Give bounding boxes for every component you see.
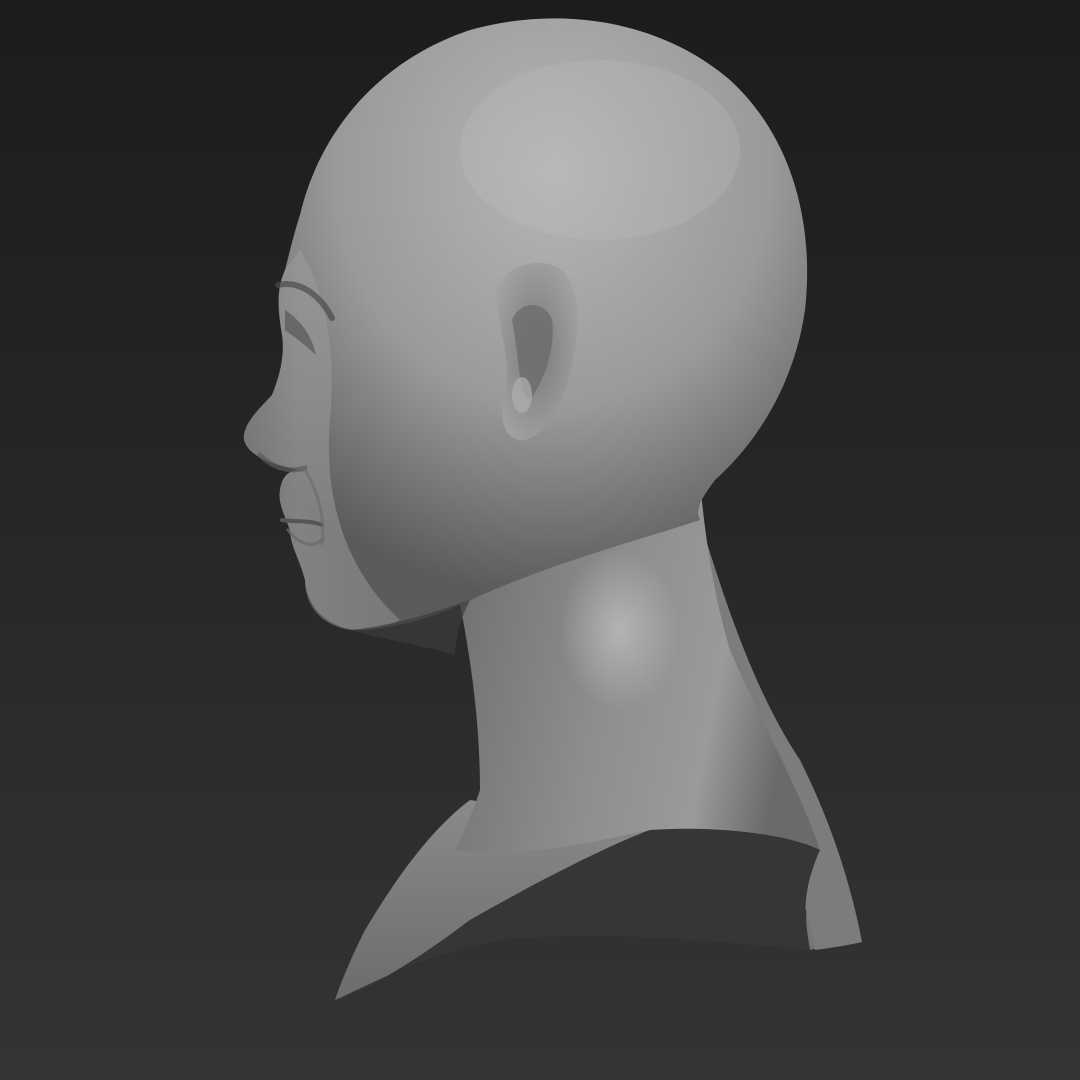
head-highlight [460,60,740,240]
ear-highlight [512,377,532,413]
neck-highlight [560,550,680,710]
sculpt-render [243,18,862,1000]
render-viewport [0,0,1080,1080]
